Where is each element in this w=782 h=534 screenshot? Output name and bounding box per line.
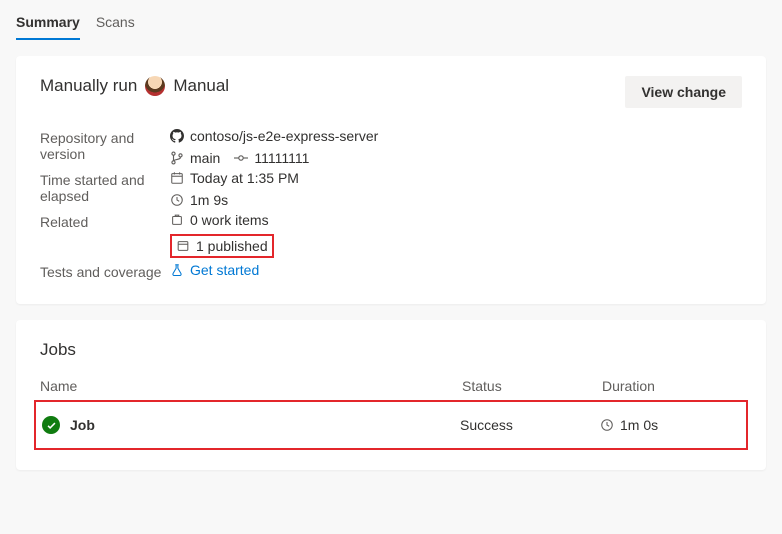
tab-scans[interactable]: Scans (96, 8, 135, 40)
clock-icon (600, 418, 614, 432)
time-started: Today at 1:35 PM (190, 170, 299, 186)
commit-hash[interactable]: 11111111 (254, 150, 309, 166)
tabs-bar: Summary Scans (0, 0, 782, 40)
job-name: Job (70, 417, 95, 433)
avatar (145, 76, 165, 96)
jobs-table-header: Name Status Duration (40, 372, 742, 400)
work-items-icon (170, 213, 184, 227)
card-header: Manually run Manual View change (40, 76, 742, 108)
flask-icon (170, 263, 184, 277)
job-status: Success (460, 417, 600, 433)
col-header-duration: Duration (602, 378, 742, 394)
label-tests: Tests and coverage (40, 262, 170, 280)
calendar-icon (170, 171, 184, 185)
clock-icon (170, 193, 184, 207)
run-title-prefix: Manually run (40, 76, 137, 96)
jobs-table: Name Status Duration Job Success 1m 0s (40, 372, 742, 450)
branch-icon (170, 151, 184, 165)
row-time: Time started and elapsed Today at 1:35 P… (40, 170, 742, 208)
published-link[interactable]: 1 published (196, 238, 268, 254)
label-related: Related (40, 212, 170, 230)
run-title: Manually run Manual (40, 76, 229, 96)
table-row[interactable]: Job Success 1m 0s (34, 400, 748, 450)
work-items-count[interactable]: 0 work items (190, 212, 269, 228)
repo-name: contoso/js-e2e-express-server (190, 128, 378, 144)
run-title-suffix: Manual (173, 76, 229, 96)
summary-card: Manually run Manual View change Reposito… (16, 56, 766, 304)
repo-line[interactable]: contoso/js-e2e-express-server (170, 128, 378, 144)
label-repository: Repository and version (40, 128, 170, 162)
job-duration: 1m 0s (620, 417, 658, 433)
label-time: Time started and elapsed (40, 170, 170, 204)
artifact-icon (176, 239, 190, 253)
time-elapsed: 1m 9s (190, 192, 228, 208)
jobs-card: Jobs Name Status Duration Job Success 1m… (16, 320, 766, 470)
row-tests: Tests and coverage Get started (40, 262, 742, 280)
get-started-link[interactable]: Get started (190, 262, 259, 278)
branch-name[interactable]: main (190, 150, 220, 166)
view-change-button[interactable]: View change (625, 76, 742, 108)
col-header-name: Name (40, 378, 462, 394)
tab-summary[interactable]: Summary (16, 8, 80, 40)
commit-icon (234, 151, 248, 165)
row-repository: Repository and version contoso/js-e2e-ex… (40, 128, 742, 166)
success-icon (42, 416, 60, 434)
jobs-title: Jobs (40, 340, 742, 360)
row-related: Related 0 work items 1 published (40, 212, 742, 258)
github-icon (170, 129, 184, 143)
published-highlight: 1 published (170, 234, 274, 258)
col-header-status: Status (462, 378, 602, 394)
